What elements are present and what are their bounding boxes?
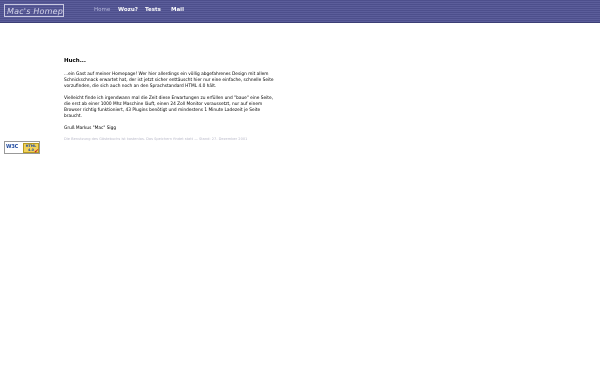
w3c-logo-text: W3C [6,144,19,150]
nav-home-link[interactable]: Home [94,7,110,13]
intro-paragraph: ...ein Gast auf meiner Homepage! Wer hie… [64,71,274,90]
top-navigation-bar: Mac's Homepage Home Wozu? Tests Mail [0,0,600,23]
nav-tests-link[interactable]: Tests [145,7,161,13]
site-logo[interactable]: Mac's Homepage [4,4,64,17]
w3c-html40-validation-badge[interactable]: W3C HTML 4.0 ✔ [4,141,40,155]
check-icon: ✔ [34,148,40,155]
nav-mail-link[interactable]: Mail [171,7,184,13]
footer-note: Die Benutzung des Gästebuchs ist kostenl… [64,136,248,141]
main-content: Huch... ...ein Gast auf meiner Homepage!… [64,58,274,147]
page-heading: Huch... [64,58,86,64]
nav-wozu-link[interactable]: Wozu? [118,7,138,13]
expectations-paragraph: Vielleicht finde ich irgendwann mal die … [64,95,273,120]
signature: Gruß Markus "Mac" Sigg [64,125,117,131]
